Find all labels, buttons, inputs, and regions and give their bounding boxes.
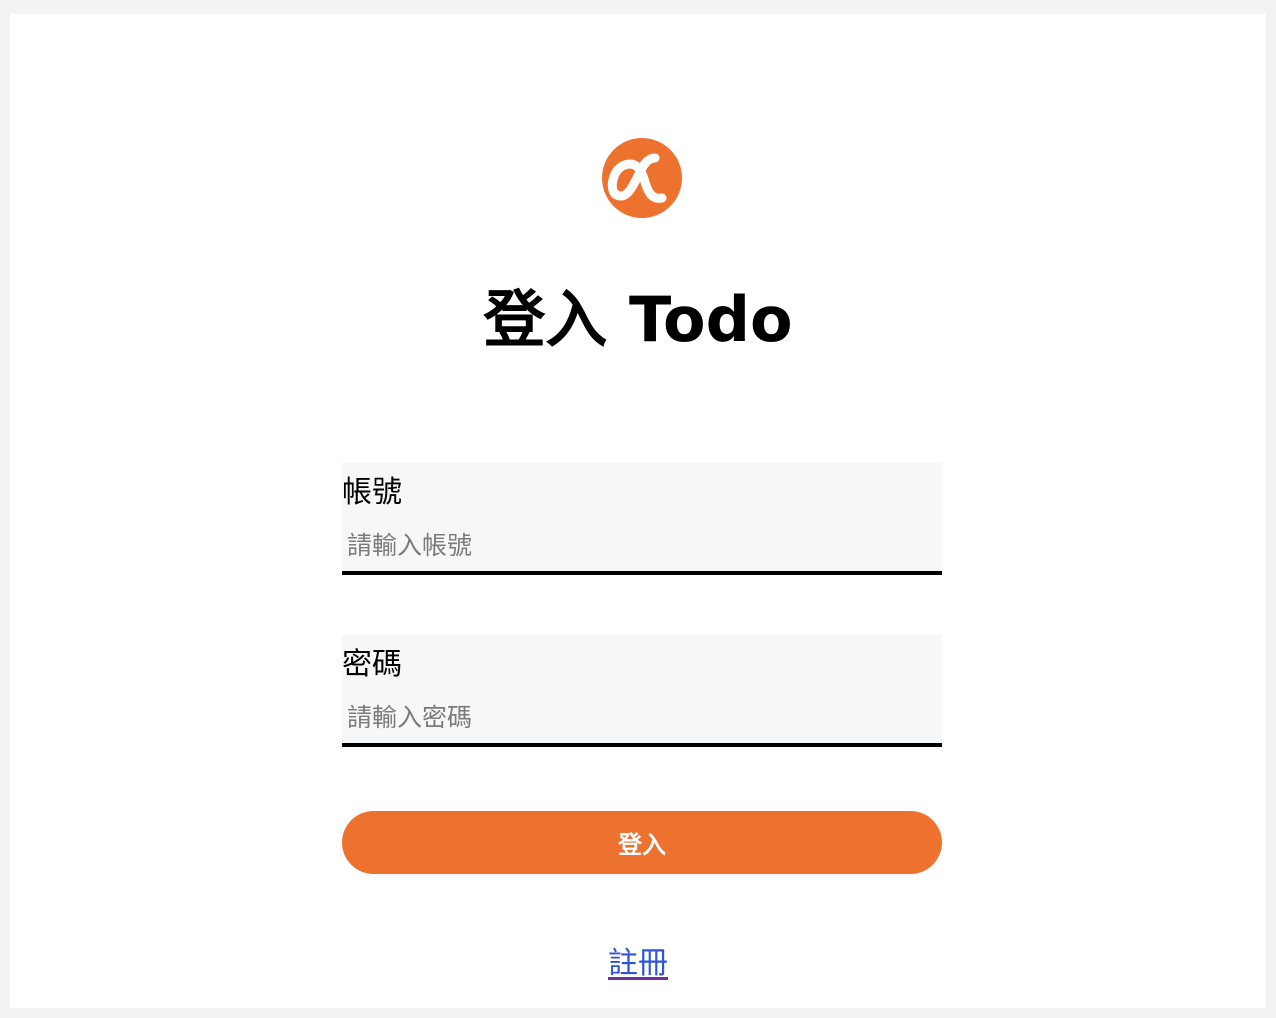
password-field-group: 密碼 <box>342 635 942 747</box>
password-label: 密碼 <box>342 647 402 682</box>
register-link[interactable]: 註冊 <box>608 946 668 981</box>
account-label: 帳號 <box>342 475 402 510</box>
register-link-container: 註冊 <box>10 942 1266 986</box>
login-card: 登入 Todo 帳號 密碼 登入 註冊 <box>10 14 1266 1008</box>
password-input[interactable] <box>342 695 942 739</box>
account-input[interactable] <box>342 523 942 567</box>
account-field-group: 帳號 <box>342 463 942 575</box>
alpha-logo-icon <box>602 138 682 218</box>
page-title: 登入 Todo <box>483 283 793 356</box>
login-button[interactable]: 登入 <box>342 811 942 874</box>
